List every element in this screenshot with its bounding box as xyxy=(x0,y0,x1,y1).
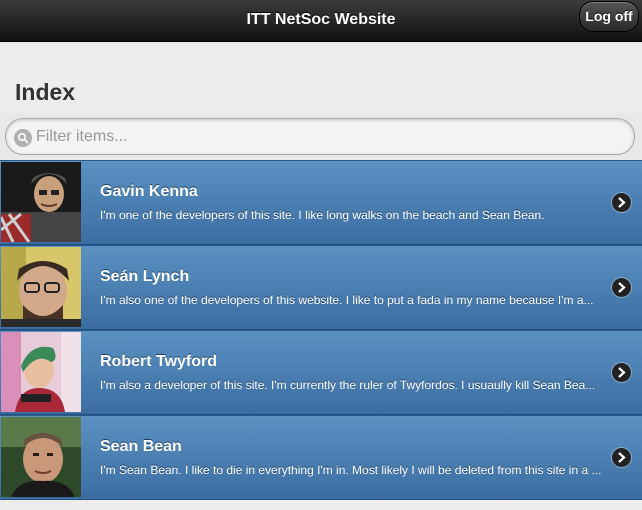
page-content: Index Filter items... Gavin Kenna I'm on… xyxy=(0,43,642,510)
search-icon xyxy=(14,129,32,147)
avatar xyxy=(1,332,81,412)
member-name: Seán Lynch xyxy=(100,268,190,285)
avatar xyxy=(1,247,81,327)
member-name: Robert Twyford xyxy=(100,353,218,370)
member-description: I'm one of the developers of this site. … xyxy=(100,208,545,222)
list-item[interactable]: Sean Bean I'm Sean Bean. I like to die i… xyxy=(0,415,642,500)
filter-input[interactable]: Filter items... xyxy=(5,118,635,155)
chevron-right-icon xyxy=(612,363,631,382)
avatar xyxy=(1,162,81,242)
list-item[interactable]: Seán Lynch I'm also one of the developer… xyxy=(0,245,642,330)
member-name: Gavin Kenna xyxy=(100,183,198,200)
avatar xyxy=(1,417,81,497)
list-item[interactable]: Robert Twyford I'm also a developer of t… xyxy=(0,330,642,415)
member-description: I'm also one of the developers of this w… xyxy=(100,293,594,307)
app-header: ITT NetSoc Website Log off xyxy=(0,0,642,42)
chevron-right-icon xyxy=(612,448,631,467)
page-title: Index xyxy=(15,79,76,105)
filter-bar: Filter items... xyxy=(0,113,642,160)
member-list: Gavin Kenna I'm one of the developers of… xyxy=(0,160,642,500)
list-item[interactable]: Gavin Kenna I'm one of the developers of… xyxy=(0,160,642,245)
chevron-right-icon xyxy=(612,278,631,297)
member-description: I'm Sean Bean. I like to die in everythi… xyxy=(100,463,602,477)
logoff-button[interactable]: Log off xyxy=(579,1,639,32)
header-title: ITT NetSoc Website xyxy=(246,11,396,28)
filter-placeholder: Filter items... xyxy=(36,128,128,145)
member-description: I'm also a developer of this site. I'm c… xyxy=(100,378,596,392)
chevron-right-icon xyxy=(612,193,631,212)
member-name: Sean Bean xyxy=(100,438,182,455)
